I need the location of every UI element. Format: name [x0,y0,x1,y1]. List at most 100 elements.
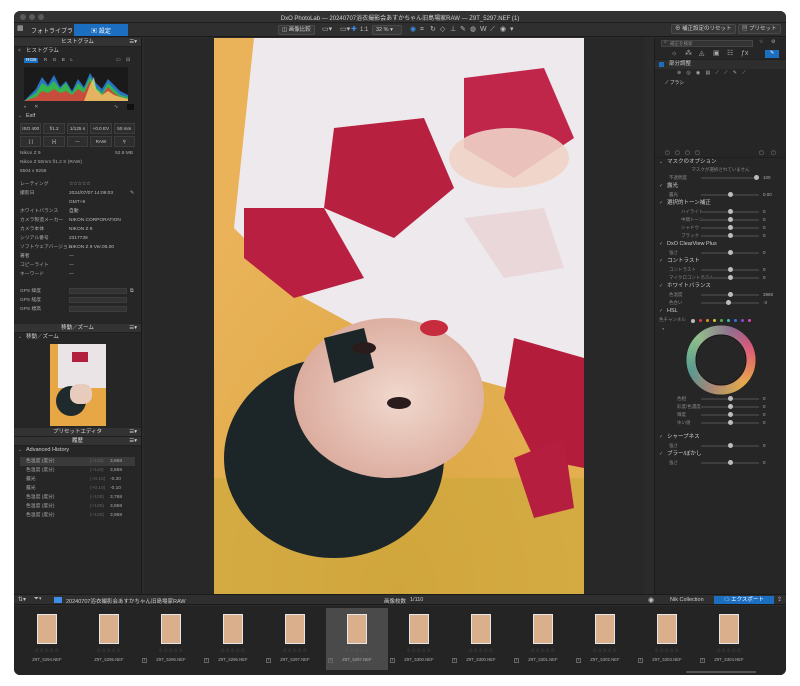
hsl-value[interactable]: 0 [763,403,766,411]
sharpness-header[interactable]: ✓ シャープネス [655,433,786,442]
main-photo[interactable] [214,38,584,594]
tint-value[interactable]: -3 [763,299,767,307]
filmstrip-scrollbar[interactable] [686,671,756,673]
contrast-slider[interactable] [701,267,759,272]
thumb-rating[interactable]: ☆☆☆☆☆ [388,648,450,654]
slider-knob[interactable] [728,267,733,272]
copy-icon[interactable]: ⧉ [130,287,133,296]
exposure-slider[interactable] [701,192,759,197]
channel-r[interactable]: R [44,58,47,63]
horizon-icon[interactable]: ⊥ [450,26,456,34]
enable-check-icon[interactable]: ✓ [659,240,663,249]
hsl-cyan-swatch[interactable] [727,319,730,322]
thumb-rating[interactable]: ☆☆☆☆☆ [326,648,388,654]
navigator-section-header[interactable]: ⌄ 移動／ズーム [14,333,141,342]
panel-menu-icon[interactable]: ☰▾ [129,38,137,47]
hsl-purple-swatch[interactable] [741,319,744,322]
filmstrip-thumb[interactable]: ▪ ☆☆☆☆☆ Z9T_5297.NEF [264,608,326,670]
enable-check-icon[interactable]: ✓ [659,307,663,316]
filmstrip-thumb[interactable]: ▪ ☆☆☆☆☆ Z9T_5300.NEF [388,608,450,670]
eye-icon[interactable]: ◉ [500,26,506,34]
filmstrip-thumb[interactable]: ☆☆☆☆☆ Z9T_5294.NEF [16,608,78,670]
filmstrip-thumb[interactable]: ▪ ☆☆☆☆☆ Z9T_5304.NEF [698,608,760,670]
hue-slider[interactable] [701,396,759,401]
opacity-slider[interactable] [701,175,759,180]
enable-check-icon[interactable]: ✓ [659,182,663,191]
split-view-icon[interactable]: ▭▾ [322,26,332,34]
slider-knob[interactable] [728,396,733,401]
contrast-header[interactable]: ✓ コントラスト [655,257,786,266]
compare-button[interactable]: ◫ 画像比較 [278,25,315,35]
tone-header[interactable]: ✓ 選択的トーン補正 [655,199,786,208]
tone-slider[interactable] [701,233,759,238]
export-button[interactable]: ☁ エクスポート [714,596,774,604]
slider-knob[interactable] [728,443,733,448]
channel-rgb[interactable]: RGB [24,58,39,63]
clearview-value[interactable]: 0 [763,249,766,257]
wb-header[interactable]: ✓ ホワイトバランス [655,282,786,291]
hsl-all-swatch[interactable] [691,319,695,323]
local-adjust-palette-icon[interactable]: ✎ [765,50,779,58]
panel-menu-icon[interactable]: ☰▾ [129,437,137,446]
panel-menu-icon[interactable]: ☰▾ [129,324,137,333]
slider-knob[interactable] [728,420,733,425]
correction-search-input[interactable]: 補正を検索 [661,40,753,47]
filmstrip-thumb-selected[interactable]: ▪ ☆☆☆☆☆ Z9T_5297.NEF [326,608,388,670]
local-adjustments-icon[interactable]: ◉ [410,26,416,34]
slider-knob[interactable] [728,250,733,255]
color-palette-icon[interactable]: ⁂ [685,49,692,58]
color-picker-icon[interactable]: ⟋ [742,71,745,76]
monitor-icon[interactable]: ▭ [116,56,121,65]
thumb-rating[interactable]: ☆☆☆☆☆ [78,648,140,654]
channel-b[interactable]: B [62,58,65,63]
eyedropper-icon[interactable]: ⟋ [490,26,495,34]
channel-l[interactable]: L [70,58,73,63]
tone-slider[interactable] [701,225,759,230]
thumb-rating[interactable]: ☆☆☆☆☆ [16,648,78,654]
exposure-header[interactable]: ✓ 露光 [655,182,786,191]
uniformity-slider[interactable] [701,420,759,425]
slider-knob[interactable] [728,209,733,214]
tone-value[interactable]: 0 [763,208,766,216]
tone-value[interactable]: 0 [763,216,766,224]
enable-check-icon[interactable]: ✓ [659,450,663,459]
hsl-color-wheel[interactable] [655,325,786,395]
hsl-red-swatch[interactable] [699,319,702,322]
crop-view-icon[interactable]: ▭▾ [340,26,350,34]
thumb-rating[interactable]: ☆☆☆☆☆ [140,648,202,654]
contrast-value[interactable]: 0 [763,266,766,274]
gps-lat-field[interactable] [69,288,127,294]
navigator-thumbnail[interactable] [50,344,106,426]
grid-view-icon[interactable]: ▦ [17,25,24,33]
history-item[interactable]: 色温度 (度分) (+110) 3,668 [20,457,135,466]
red-eye-icon[interactable]: ◍ [470,26,476,34]
nik-collection-button[interactable]: Nik Collection [670,597,704,603]
hsl-header[interactable]: ✓ HSL [655,307,786,316]
filter-icon[interactable]: ⏷▾ [34,596,42,603]
gps-alt-field[interactable] [69,306,127,312]
histogram-section-header[interactable]: × ヒストグラム [14,47,141,56]
thumb-rating[interactable]: ☆☆☆☆☆ [698,648,760,654]
watermark-icon[interactable]: W [480,26,487,34]
highlight-clip-icon[interactable]: ✕ [34,105,38,110]
detail-palette-icon[interactable]: ◬ [699,49,704,58]
nik-icon[interactable]: ◉ [648,596,654,604]
presets-button[interactable]: ▤ プリセット [738,24,781,34]
graduated-filter-icon[interactable]: ▤ [705,71,710,76]
history-item[interactable]: 露光 (+0.10) -0.10 [20,484,135,493]
clearview-slider[interactable] [701,250,759,255]
shadow-clip-icon[interactable]: ◐ [24,105,27,110]
hsl-value[interactable]: 0 [763,395,766,403]
slider-knob[interactable] [728,404,733,409]
history-section-header[interactable]: ⌄ Advanced History [14,446,141,455]
hsl-value[interactable]: 0 [763,411,766,419]
tab-customize[interactable]: ▣ 設定 [74,24,128,36]
tone-value[interactable]: 0 [763,224,766,232]
repair-icon[interactable]: ✎ [460,26,466,34]
filmstrip-thumb[interactable]: ☆☆☆☆☆ Z9T_5295.NEF [78,608,140,670]
zoom-level-select[interactable]: 32 % ▾ [372,25,402,35]
brush-item[interactable]: ⟋ ブラシ [655,79,786,89]
enable-check-icon[interactable]: ✓ [659,199,663,208]
hsl-yellow-swatch[interactable] [713,319,716,322]
pen-icon[interactable]: ✎ [733,71,737,76]
